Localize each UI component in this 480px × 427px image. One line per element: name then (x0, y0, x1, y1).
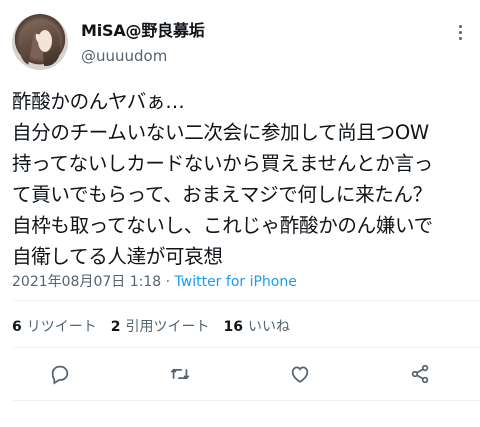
like-button[interactable] (285, 359, 315, 389)
share-button[interactable] (405, 359, 435, 389)
quotes-count: 2 (110, 319, 121, 335)
likes-count: 16 (223, 319, 243, 335)
divider (12, 400, 480, 401)
tweet-line: て貢いでもらって、おまえマジで何しに来たん？ (12, 183, 432, 206)
quotes-stat[interactable]: 2 引用ツイート (111, 316, 210, 336)
divider (12, 300, 480, 301)
more-icon[interactable] (450, 20, 470, 44)
tweet-stats: 6 リツイート 2 引用ツイート 16 いいね (12, 316, 304, 336)
tweet-line: 自分のチームいない二次会に参加して尚且つOW (12, 121, 429, 144)
share-icon (411, 364, 429, 384)
tweet-text: 酢酸かのんヤバぁ… 自分のチームいない二次会に参加して尚且つOW 持ってないしカ… (12, 86, 476, 272)
likes-stat[interactable]: 16 いいね (224, 316, 290, 336)
timestamp[interactable]: 2021年08月07日 1:18 (12, 274, 161, 290)
divider (12, 347, 480, 348)
action-bar (0, 359, 480, 389)
display-name[interactable]: MiSA@野良募垢 (81, 17, 205, 41)
heart-icon (291, 366, 309, 383)
retweets-stat[interactable]: 6 リツイート (12, 316, 97, 336)
avatar-face (38, 30, 52, 52)
reply-icon (51, 365, 69, 385)
source-link[interactable]: Twitter for iPhone (175, 274, 297, 290)
tweet-meta: 2021年08月07日 1:18 · Twitter for iPhone (12, 271, 297, 291)
tweet-line: 酢酸かのんヤバぁ… (12, 90, 185, 113)
quotes-label: 引用ツイート (125, 319, 210, 335)
retweets-label: リツイート (26, 319, 97, 335)
tweet-line: 持ってないしカードないから買えませんとか言っ (12, 152, 433, 175)
tweet-line: 自衛してる人達が可哀想 (12, 245, 223, 268)
avatar[interactable] (12, 14, 68, 70)
retweet-icon (170, 368, 190, 380)
retweets-count: 6 (12, 319, 22, 335)
likes-label: いいね (247, 319, 290, 335)
tweet-line: 自枠も取ってないし、これじゃ酢酸かのん嫌いで (12, 214, 433, 237)
reply-button[interactable] (45, 359, 75, 389)
retweet-button[interactable] (165, 359, 195, 389)
meta-separator: · (161, 274, 175, 290)
user-handle[interactable]: @uuuudom (81, 47, 167, 65)
